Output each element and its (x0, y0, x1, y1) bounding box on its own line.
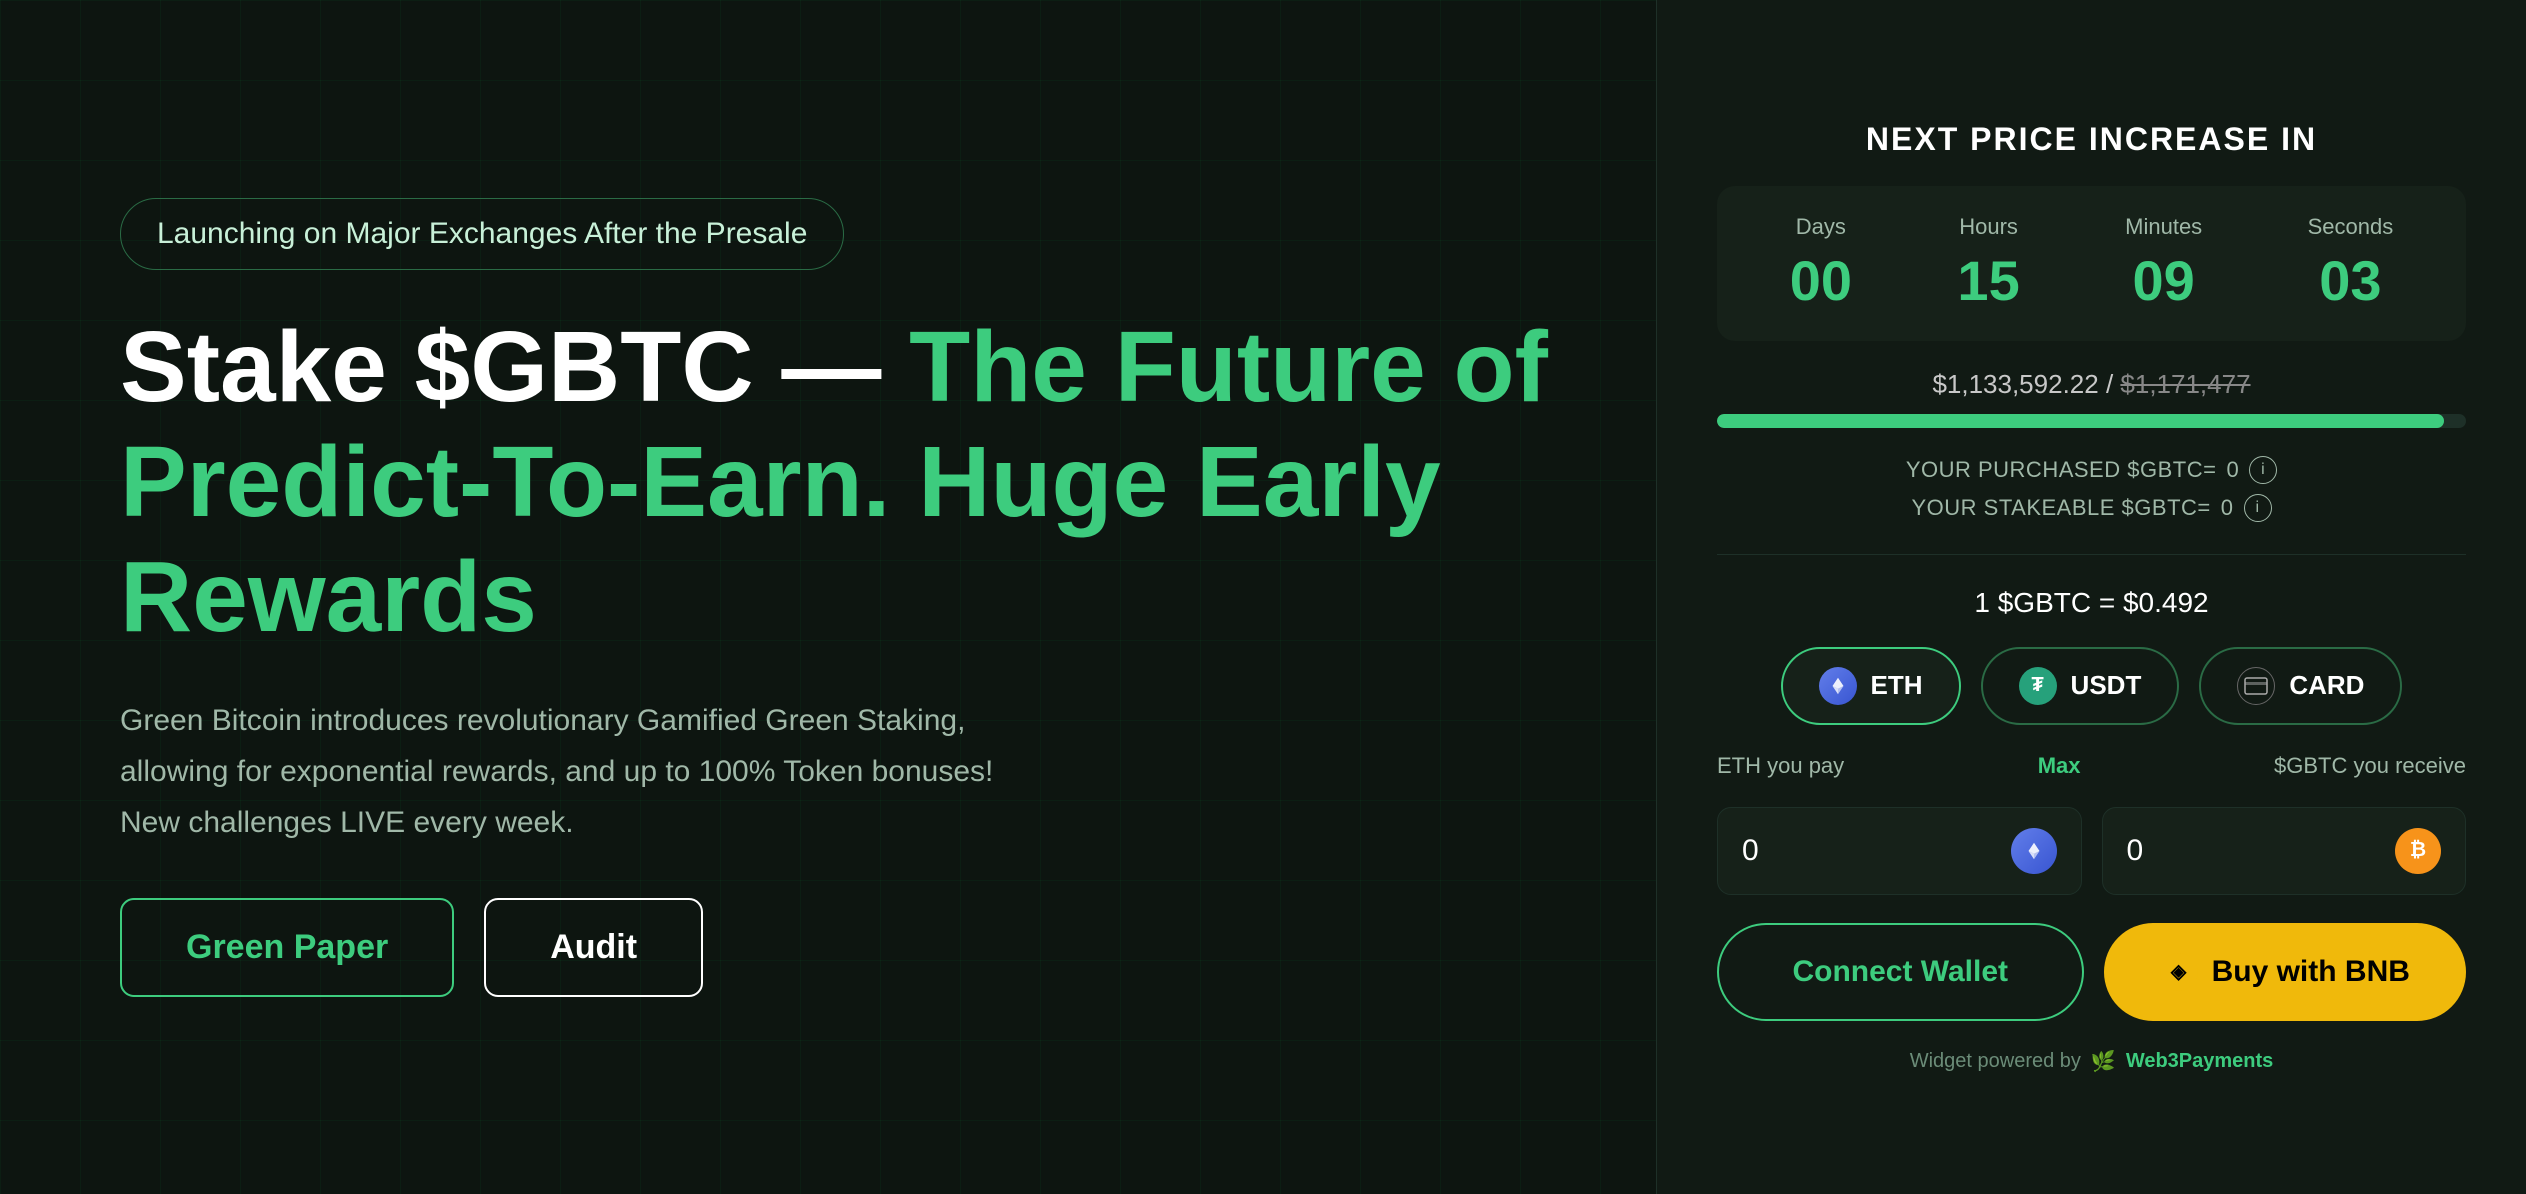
main-heading: Stake $GBTC — The Future of Predict-To-E… (120, 310, 1556, 655)
countdown-minutes: Minutes 09 (2125, 214, 2202, 313)
connect-wallet-button[interactable]: Connect Wallet (1717, 923, 2084, 1021)
countdown-box: Days 00 Hours 15 Minutes 09 Seconds 03 (1717, 186, 2466, 341)
powered-by: Widget powered by 🌿 Web3Payments (1717, 1049, 2466, 1074)
tab-eth[interactable]: ETH (1781, 647, 1961, 725)
heading-part1: Stake $GBTC — (120, 311, 909, 423)
usdt-tab-label: USDT (2071, 670, 2142, 701)
progress-bar-fill (1717, 414, 2444, 428)
countdown-seconds: Seconds 03 (2308, 214, 2394, 313)
purchased-value: 0 (2226, 457, 2239, 483)
inputs-row: ₿ (1717, 807, 2466, 895)
eth-icon (1819, 667, 1857, 705)
web3payments-label: Web3Payments (2126, 1050, 2273, 1073)
page-layout: Launching on Major Exchanges After the P… (0, 0, 2526, 1194)
bnb-icon: ◈ (2160, 953, 2198, 991)
tab-card[interactable]: CARD (2199, 647, 2402, 725)
card-tab-label: CARD (2289, 670, 2364, 701)
badge: Launching on Major Exchanges After the P… (120, 198, 844, 270)
info-rows: YOUR PURCHASED $GBTC= 0 i YOUR STAKEABLE… (1717, 456, 2466, 522)
powered-by-text: Widget powered by (1910, 1050, 2081, 1073)
progress-current: $1,133,592.22 (1932, 369, 2098, 399)
max-label[interactable]: Max (2038, 753, 2081, 779)
pay-label: ETH you pay (1717, 753, 1844, 779)
widget-panel: NEXT PRICE INCREASE IN Days 00 Hours 15 … (1656, 0, 2526, 1194)
gbtc-token-icon: ₿ (2395, 828, 2441, 874)
countdown-hours: Hours 15 (1957, 214, 2019, 313)
leaf-icon: 🌿 (2091, 1049, 2116, 1074)
countdown-days: Days 00 (1790, 214, 1852, 313)
stakeable-value: 0 (2221, 495, 2234, 521)
purchased-label: YOUR PURCHASED $GBTC= (1906, 457, 2217, 483)
tab-usdt[interactable]: ₮ USDT (1981, 647, 2180, 725)
usdt-icon: ₮ (2019, 667, 2057, 705)
purchased-row: YOUR PURCHASED $GBTC= 0 i (1717, 456, 2466, 484)
buttons-row: Green Paper Audit (120, 898, 1556, 997)
stakeable-row: YOUR STAKEABLE $GBTC= 0 i (1717, 494, 2466, 522)
buy-bnb-label: Buy with BNB (2212, 955, 2410, 989)
progress-section: $1,133,592.22 / $1,171,477 (1717, 369, 2466, 428)
seconds-label: Seconds (2308, 214, 2394, 240)
minutes-value: 09 (2133, 248, 2195, 313)
inputs-label-row: ETH you pay Max $GBTC you receive (1717, 753, 2466, 779)
divider (1717, 554, 2466, 555)
price-display: 1 $GBTC = $0.492 (1717, 587, 2466, 619)
eth-tab-label: ETH (1871, 670, 1923, 701)
audit-button[interactable]: Audit (484, 898, 703, 997)
pay-input-wrapper (1717, 807, 2082, 895)
days-label: Days (1796, 214, 1846, 240)
hours-value: 15 (1957, 248, 2019, 313)
badge-text: Launching on Major Exchanges After the P… (157, 217, 807, 251)
pay-input[interactable] (1742, 834, 1962, 868)
green-paper-button[interactable]: Green Paper (120, 898, 454, 997)
buy-bnb-button[interactable]: ◈ Buy with BNB (2104, 923, 2467, 1021)
description-text: Green Bitcoin introduces revolutionary G… (120, 695, 1020, 848)
minutes-label: Minutes (2125, 214, 2202, 240)
receive-input[interactable] (2127, 834, 2347, 868)
payment-tabs: ETH ₮ USDT CARD (1717, 647, 2466, 725)
progress-amounts: $1,133,592.22 / $1,171,477 (1717, 369, 2466, 400)
widget-title: NEXT PRICE INCREASE IN (1717, 121, 2466, 158)
days-value: 00 (1790, 248, 1852, 313)
action-buttons: Connect Wallet ◈ Buy with BNB (1717, 923, 2466, 1021)
seconds-value: 03 (2319, 248, 2381, 313)
receive-input-wrapper: ₿ (2102, 807, 2467, 895)
stakeable-info-icon[interactable]: i (2244, 494, 2272, 522)
purchased-info-icon[interactable]: i (2249, 456, 2277, 484)
card-icon (2237, 667, 2275, 705)
hours-label: Hours (1959, 214, 2018, 240)
stakeable-label: YOUR STAKEABLE $GBTC= (1912, 495, 2211, 521)
eth-token-icon (2011, 828, 2057, 874)
receive-label: $GBTC you receive (2274, 753, 2466, 779)
left-section: Launching on Major Exchanges After the P… (0, 0, 1656, 1194)
progress-bar-container (1717, 414, 2466, 428)
progress-target: $1,171,477 (2120, 369, 2250, 399)
